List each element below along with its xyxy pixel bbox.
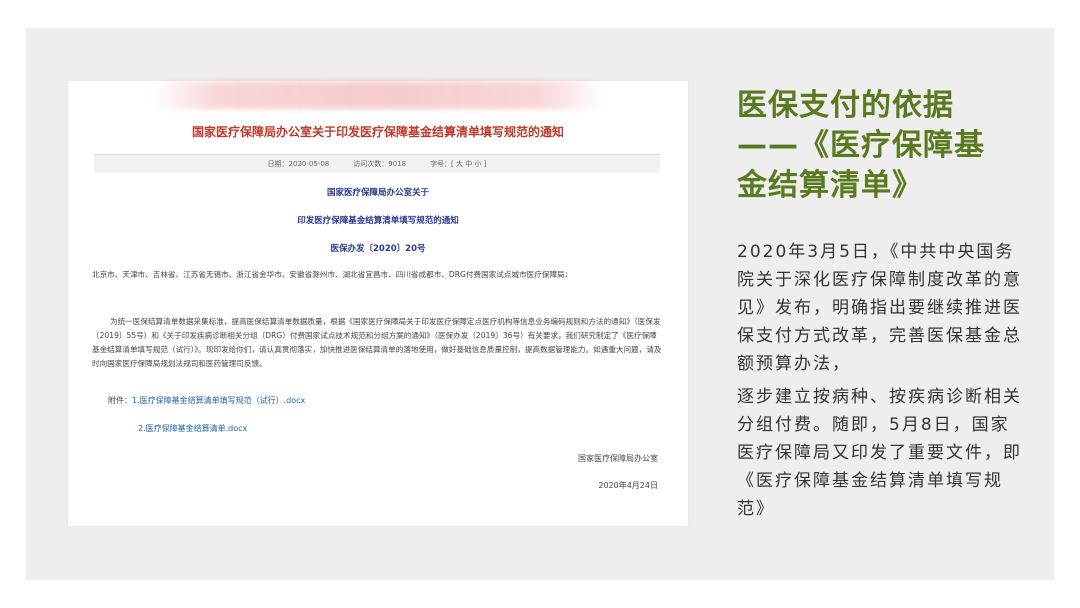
slide-heading: 医保支付的依据——《医疗保障基金结算清单》 [737,88,985,203]
document-header-line-2: 印发医疗保障基金结算清单填写规范的通知 [297,216,459,226]
document-date: 日期：2020-05-08 [267,160,330,168]
document-paragraph: 为统一医保结算清单数据采集标准，提高医保结算清单数据质量，根据《国家医疗保障局关… [92,317,662,368]
document-visit-count: 访问次数：9018 [353,160,407,168]
attachments-label: 附件： [108,396,132,405]
document-title: 国家医疗保障局办公室关于印发医疗保障基金结算清单填写规范的通知 [191,125,564,139]
document-header-banner [150,81,606,109]
attachment-row-2: 2.医疗保障基金结算清单.docx [138,423,247,434]
document-meta-bar: 日期：2020-05-08 访问次数：9018 字号：[ 大 中 小 ] [94,154,660,173]
document-signed-date: 2020年4月24日 [598,481,658,490]
slide-body-paragraph-2: 逐步建立按病种、按疾病诊断相关分组付费。随即，5月8日，国家医疗保障局又印发了重… [737,387,1022,519]
document-number: 医保办发〔2020〕20号 [330,244,426,254]
document-issuer: 国家医疗保障局办公室 [578,454,658,463]
document-screenshot: 国家医疗保障局办公室关于印发医疗保障基金结算清单填写规范的通知 日期：2020-… [68,81,688,526]
document-recipients: 北京市、天津市、吉林省、江苏省无锡市、浙江省金华市、安徽省滁州市、湖北省宜昌市、… [92,270,573,279]
attachment-link-1[interactable]: 1.医疗保障基金结算清单填写规范（试行）.docx [132,396,305,405]
font-size-selector[interactable]: 字号：[ 大 中 小 ] [430,159,486,169]
attachment-link-2[interactable]: 2.医疗保障基金结算清单.docx [138,424,247,433]
slide-body-paragraph-1: 2020年3月5日，《中共中央国务院关于深化医疗保障制度改革的意见》发布，明确指… [737,242,1022,374]
document-header-line-1: 国家医疗保障局办公室关于 [326,188,429,198]
attachment-row-1: 附件：1.医疗保障基金结算清单填写规范（试行）.docx [108,395,305,406]
